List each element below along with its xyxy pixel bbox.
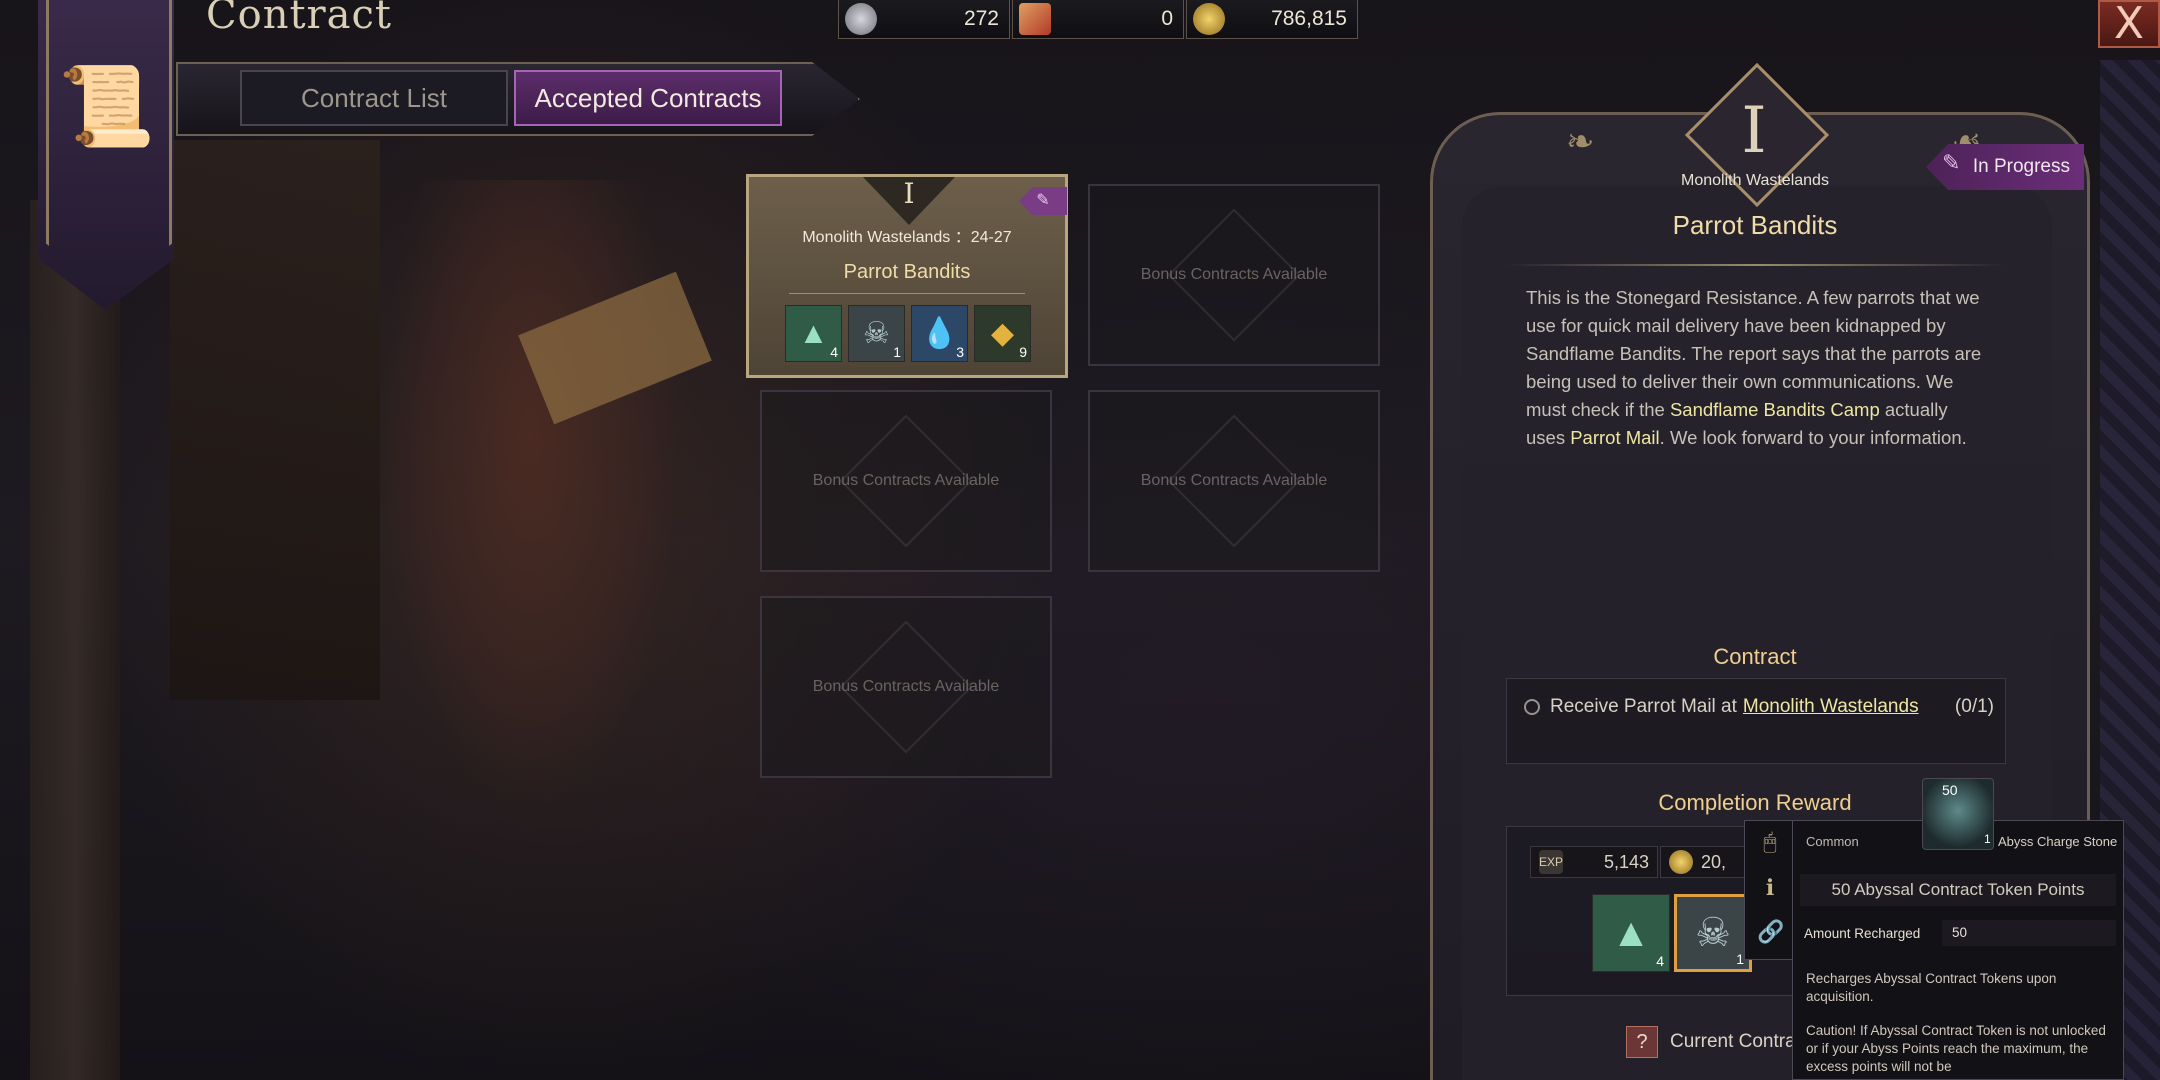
current-contract-row: ? Current Contra bbox=[1626, 1026, 1796, 1058]
card-rewards: ▲ 4 ☠ 1 💧 3 ◆ 9 bbox=[785, 305, 1031, 362]
checkbox-circle-icon bbox=[1524, 699, 1540, 715]
gold-reward: 20, bbox=[1660, 846, 1756, 878]
tab-contract-list[interactable]: Contract List bbox=[240, 70, 508, 126]
stone-count: 1 bbox=[1984, 832, 1991, 846]
water-drop-icon[interactable]: 💧 3 bbox=[911, 305, 968, 362]
bonus-slot: Bonus Contracts Available bbox=[760, 390, 1052, 572]
crystal-pile-icon[interactable]: ▲ 4 bbox=[1592, 894, 1670, 972]
gold-coin-icon bbox=[1669, 850, 1693, 874]
pillar bbox=[30, 200, 120, 1080]
npc-figure bbox=[380, 180, 680, 820]
currency-ticket: 0 bbox=[1012, 0, 1184, 39]
pin-icon[interactable]: ✎ bbox=[1019, 187, 1067, 215]
item-rarity: Common bbox=[1806, 834, 1859, 849]
red-ticket-icon bbox=[1019, 3, 1051, 35]
bonus-slot: Bonus Contracts Available bbox=[1088, 184, 1380, 366]
mouse-icon[interactable]: 🖱 bbox=[1757, 829, 1783, 855]
objective-progress: (0/1) bbox=[1954, 696, 1994, 717]
detail-title: Parrot Bandits bbox=[1672, 210, 1838, 240]
stone-badge: 50 bbox=[1942, 782, 1958, 798]
card-contract-name: Parrot Bandits bbox=[843, 261, 971, 283]
pin-icon: ✎ bbox=[1942, 150, 1961, 175]
item-description: Recharges Abyssal Contract Tokens upon a… bbox=[1806, 971, 2057, 1004]
detail-region: Monolith Wastelands bbox=[1681, 172, 1829, 189]
silver-coin-icon bbox=[845, 3, 877, 35]
abyss-charge-stone-icon[interactable]: ☠ 1 bbox=[848, 305, 905, 362]
exp-reward: EXP 5,143 bbox=[1530, 846, 1658, 878]
card-divider bbox=[789, 293, 1025, 294]
tier-badge: I bbox=[863, 177, 955, 225]
objective-box bbox=[1506, 678, 2006, 764]
card-region: Monolith Wastelands ：24-27 bbox=[802, 229, 1012, 246]
item-name: Abyss Charge Stone bbox=[1998, 834, 2118, 849]
crystal-pile-icon[interactable]: ▲ 4 bbox=[785, 305, 842, 362]
scroll-icon: 📜 bbox=[58, 62, 156, 150]
objective-row: Receive Parrot Mail at Monolith Wastelan… bbox=[1524, 696, 1994, 718]
item-stat: Amount Recharged 50 bbox=[1800, 918, 2116, 948]
abyss-charge-stone-icon[interactable]: ☠ 1 bbox=[1674, 894, 1752, 972]
contract-heading: Contract bbox=[1713, 644, 1797, 669]
flourish-left-icon: ❧ bbox=[1566, 123, 1595, 161]
objective-location-link[interactable]: Monolith Wastelands bbox=[1743, 696, 1919, 718]
exp-icon: EXP bbox=[1539, 850, 1563, 874]
contract-description: This is the Stonegard Resistance. A few … bbox=[1526, 287, 1982, 448]
gold-ore-icon[interactable]: ◆ 9 bbox=[974, 305, 1031, 362]
info-icon[interactable]: ℹ bbox=[1757, 875, 1783, 901]
item-headline: 50 Abyssal Contract Token Points bbox=[1800, 874, 2116, 906]
gold-coin-icon bbox=[1193, 3, 1225, 35]
link-icon[interactable]: 🔗 bbox=[1757, 919, 1784, 945]
detail-divider bbox=[1506, 264, 2006, 266]
contract-card-parrot-bandits[interactable]: I ✎ Monolith Wastelands ：24-27 Parrot Ba… bbox=[746, 174, 1068, 378]
close-button[interactable]: X bbox=[2098, 0, 2160, 48]
item-warning: Caution! If Abyssal Contract Token is no… bbox=[1806, 1023, 2106, 1074]
tooltip-actions: 🖱 ℹ 🔗 bbox=[1744, 820, 1792, 960]
bookshelf bbox=[170, 140, 380, 700]
bonus-slot: Bonus Contracts Available bbox=[760, 596, 1052, 778]
page-title: Contract bbox=[206, 0, 392, 38]
tab-accepted-contracts[interactable]: Accepted Contracts bbox=[514, 70, 782, 126]
bonus-slot: Bonus Contracts Available bbox=[1088, 390, 1380, 572]
help-icon[interactable]: ? bbox=[1626, 1026, 1658, 1058]
currency-gold: 786,815 bbox=[1186, 0, 1358, 39]
currency-silver: 272 bbox=[838, 0, 1010, 39]
detail-tier: I bbox=[1741, 94, 1767, 168]
